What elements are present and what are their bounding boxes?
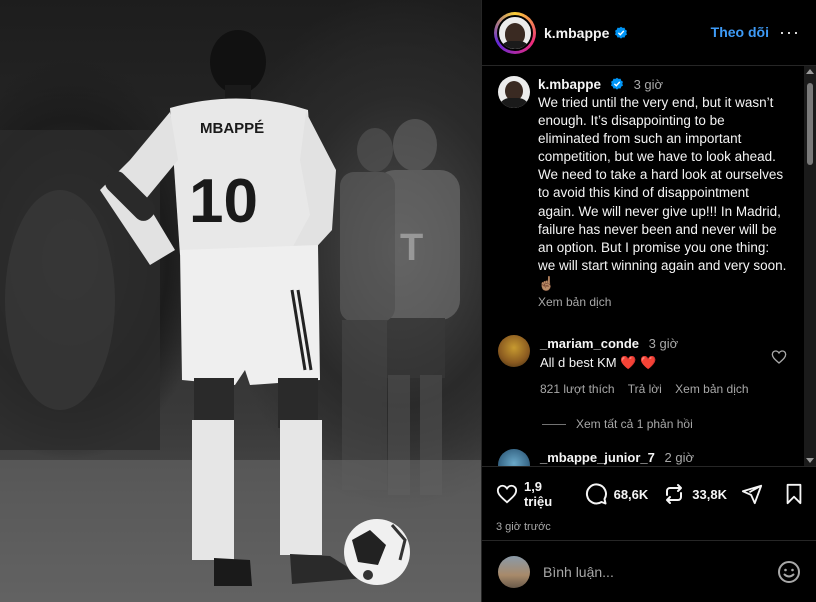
comment-likes[interactable]: 821 lượt thích	[540, 382, 615, 396]
repost-icon	[666, 484, 683, 504]
scroll-up-arrow-icon[interactable]	[806, 69, 814, 74]
verified-badge-icon	[615, 26, 628, 39]
comment-bubble-icon	[585, 483, 607, 505]
bookmark-icon[interactable]	[783, 483, 805, 505]
more-options-icon[interactable]: ···	[779, 22, 800, 43]
author-username[interactable]: k.mbappe	[544, 25, 609, 41]
comment-username[interactable]: _mbappe_junior_7	[540, 450, 655, 465]
comment-translate-link[interactable]: Xem bản dịch	[675, 382, 748, 396]
heart-icon	[496, 484, 518, 504]
comment-count: 68,6K	[613, 486, 649, 502]
like-count: 1,9 triệu	[523, 479, 553, 509]
caption-time: 3 giờ	[633, 77, 664, 92]
caption-username[interactable]: k.mbappe	[538, 77, 601, 92]
author-avatar[interactable]	[494, 11, 536, 54]
send-icon	[741, 484, 763, 505]
scrollbar[interactable]	[804, 66, 816, 466]
caption-avatar[interactable]	[498, 76, 530, 108]
comment-username[interactable]: _mariam_conde	[540, 336, 639, 351]
comment-time: 2 giờ	[664, 450, 695, 466]
comment-item: _mbappe_junior_7 2 giờ 🔥👏	[482, 449, 816, 466]
svg-text:T: T	[400, 227, 423, 269]
post-photo[interactable]: T MBAPPÉ 10	[0, 0, 481, 602]
repost-count: 33,8K	[692, 486, 727, 502]
comment-text: All d best KM ❤️ ❤️	[540, 355, 657, 371]
post-caption: k.mbappe 3 giờ We tried until the very e…	[482, 66, 816, 309]
commenter-avatar[interactable]	[498, 335, 530, 368]
view-replies-label: Xem tất cả 1 phản hồi	[576, 417, 693, 432]
comment-composer: Bình luận...	[482, 540, 816, 602]
post-header: k.mbappe Theo dõi ···	[482, 0, 816, 66]
follow-button[interactable]: Theo dõi	[711, 24, 769, 40]
comment-button[interactable]: 68,6K	[584, 482, 649, 506]
comment-item: _mariam_conde 3 giờ All d best KM ❤️ ❤️ …	[482, 335, 816, 396]
jersey-name: MBAPPÉ	[200, 120, 264, 137]
comment-time: 3 giờ	[648, 336, 679, 352]
see-translation-link[interactable]: Xem bản dịch	[538, 295, 788, 309]
repost-button[interactable]: 33,8K	[662, 482, 727, 506]
current-user-avatar	[498, 555, 530, 588]
emoji-icon[interactable]	[777, 560, 801, 584]
comments-scroll-area[interactable]: k.mbappe 3 giờ We tried until the very e…	[482, 66, 816, 466]
caption-text: We tried until the very end, but it wasn…	[538, 95, 787, 291]
like-comment-heart-icon[interactable]	[771, 349, 787, 365]
jersey-number: 10	[189, 167, 258, 236]
post-panel: k.mbappe Theo dõi ··· k.mbappe 3 giờ We …	[481, 0, 816, 602]
scroll-down-arrow-icon[interactable]	[806, 458, 814, 463]
reply-button[interactable]: Trả lời	[628, 382, 662, 396]
commenter-avatar[interactable]	[498, 449, 530, 466]
view-replies-button[interactable]: Xem tất cả 1 phản hồi	[482, 417, 816, 431]
comment-input[interactable]: Bình luận...	[543, 564, 777, 580]
photo-illustration: T MBAPPÉ 10	[0, 30, 481, 602]
post-actions: 1,9 triệu 68,6K 33,8K 3 giờ trước	[482, 466, 816, 533]
like-button[interactable]: 1,9 triệu	[496, 479, 570, 509]
scrollbar-thumb[interactable]	[807, 83, 813, 165]
posted-time: 3 giờ trước	[496, 521, 551, 533]
share-button[interactable]	[741, 483, 769, 505]
verified-badge-icon	[610, 77, 623, 90]
